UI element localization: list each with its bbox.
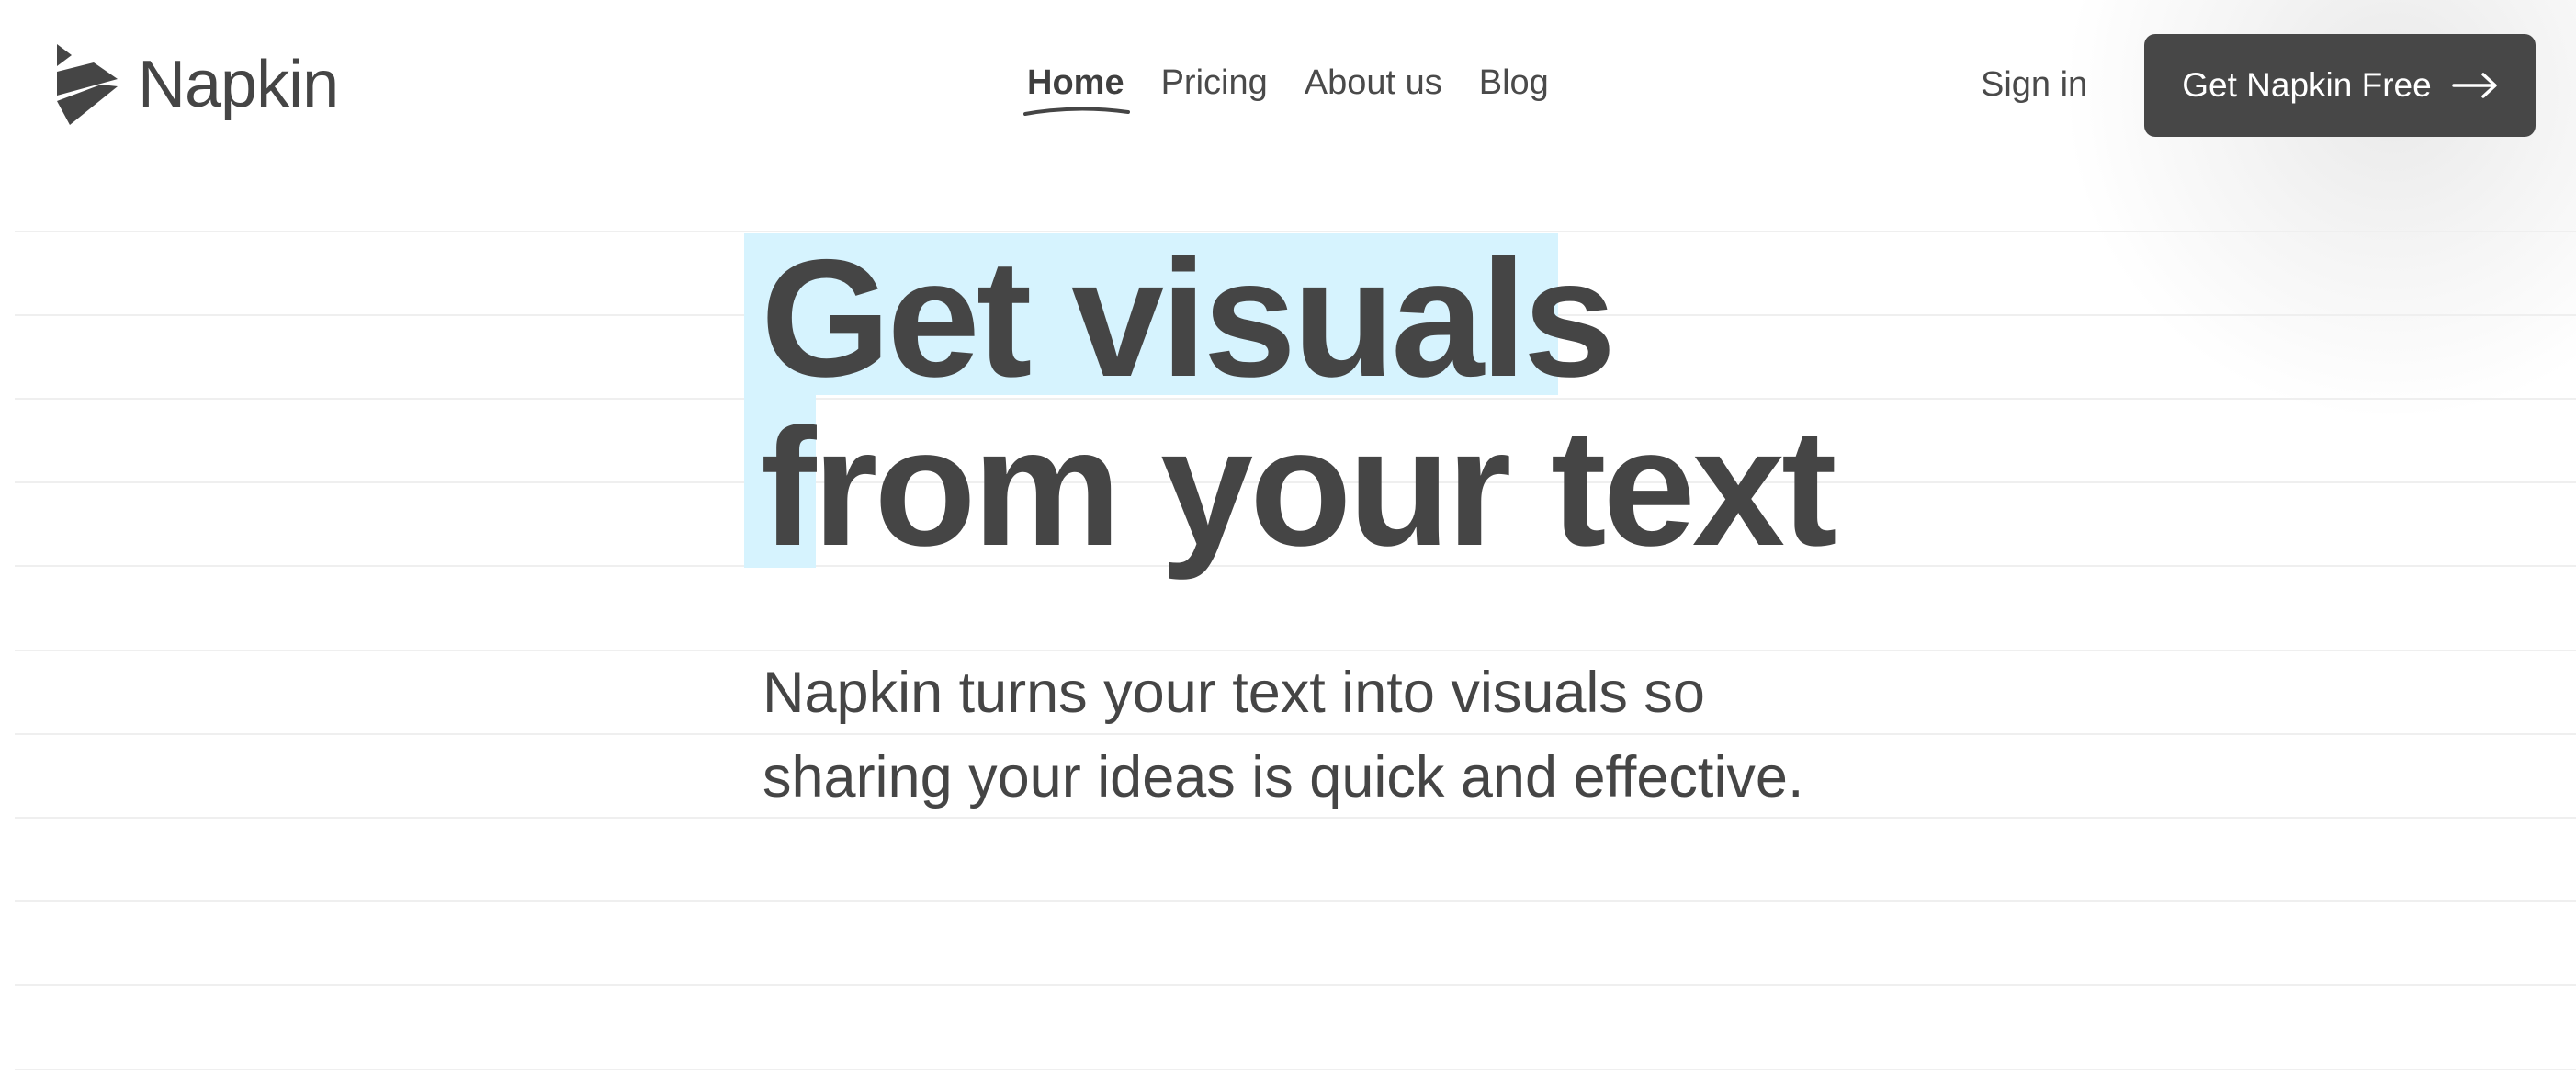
sign-in-link[interactable]: Sign in: [1981, 64, 2087, 107]
hero-title-line-1: Get visuals: [761, 224, 1616, 412]
hero-title: Get visuals from your text: [761, 224, 1837, 581]
logo-text: Napkin: [138, 48, 339, 121]
nav-item-label: About us: [1304, 63, 1442, 102]
nav-item-about-us[interactable]: About us: [1305, 62, 1442, 105]
main-nav: Home Pricing About us Blog: [1023, 62, 1586, 116]
nav-item-blog[interactable]: Blog: [1479, 62, 1549, 105]
hero-subtitle: Napkin turns your text into visuals so s…: [763, 661, 1804, 809]
rule-line: [15, 1069, 2576, 1070]
landing-page: Napkin Home Pricing About us Blog Sign i…: [0, 0, 2576, 1086]
nav-item-pricing[interactable]: Pricing: [1161, 62, 1268, 105]
hero-title-line-2: from your text: [761, 393, 1837, 581]
rule-line: [15, 900, 2576, 902]
cta-label: Get Napkin Free: [2182, 66, 2432, 104]
site-header: Napkin Home Pricing About us Blog Sign i…: [0, 0, 2576, 175]
logo-link[interactable]: Napkin: [53, 40, 339, 129]
active-underline: [1023, 107, 1130, 116]
napkin-logo-icon: [57, 44, 118, 125]
get-napkin-free-button[interactable]: Get Napkin Free: [2144, 34, 2536, 137]
nav-item-label: Pricing: [1160, 63, 1268, 102]
rule-line: [15, 984, 2576, 986]
nav-item-home[interactable]: Home: [1023, 62, 1130, 116]
nav-item-label: Blog: [1478, 63, 1549, 102]
nav-item-label: Home: [1027, 63, 1124, 102]
arrow-right-icon: [2451, 73, 2497, 98]
